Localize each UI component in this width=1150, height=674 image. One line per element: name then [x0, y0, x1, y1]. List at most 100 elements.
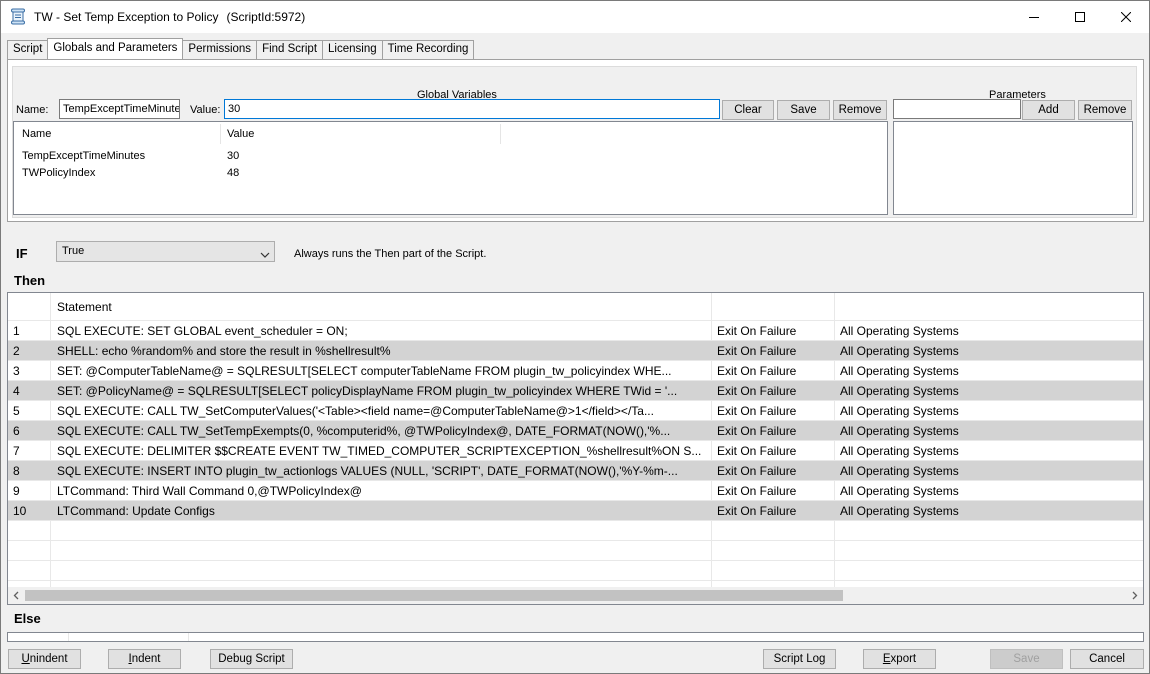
statement-cell: LTCommand: Third Wall Command 0,@TWPolic… [57, 484, 362, 498]
row-number-cell: 7 [13, 444, 20, 458]
tab-globals-and-parameters[interactable]: Globals and Parameters [47, 38, 184, 59]
tab-licensing[interactable]: Licensing [322, 40, 383, 59]
save-global-button[interactable]: Save [777, 100, 830, 120]
condition-selected-value: True [62, 245, 85, 257]
then-statements-grid[interactable]: Statement 1 SQL EXECUTE: SET GLOBAL event… [7, 292, 1144, 605]
empty-table-row [8, 561, 1143, 581]
statement-cell: SQL EXECUTE: DELIMITER $$CREATE EVENT TW… [57, 444, 702, 458]
global-name-input[interactable]: TempExceptTimeMinutes [59, 99, 180, 119]
table-row[interactable]: 9 LTCommand: Third Wall Command 0,@TWPoli… [8, 481, 1143, 501]
operating-system-cell: All Operating Systems [840, 344, 959, 358]
statement-cell: SQL EXECUTE: INSERT INTO plugin_tw_actio… [57, 464, 678, 478]
statement-cell: SQL EXECUTE: SET GLOBAL event_scheduler … [57, 324, 348, 338]
global-name-cell[interactable]: TempExceptTimeMinutes [22, 150, 145, 162]
grid-header-row: Statement [8, 293, 1143, 321]
operating-system-cell: All Operating Systems [840, 504, 959, 518]
column-header-name[interactable]: Name [22, 122, 51, 146]
on-failure-cell: Exit On Failure [717, 464, 797, 478]
minimize-button[interactable] [1011, 1, 1057, 32]
on-failure-cell: Exit On Failure [717, 364, 797, 378]
debug-script-button[interactable]: Debug Script [210, 649, 293, 669]
global-value-input[interactable]: 30 [224, 99, 720, 119]
then-label: Then [14, 273, 46, 288]
else-label: Else [14, 611, 41, 626]
table-row[interactable]: 2 SHELL: echo %random% and store the resu… [8, 341, 1143, 361]
else-statements-grid[interactable] [7, 632, 1144, 642]
table-row[interactable]: 3 SET: @ComputerTableName@ = SQLRESULT[SE… [8, 361, 1143, 381]
column-header-value[interactable]: Value [227, 122, 254, 146]
table-row[interactable]: 8 SQL EXECUTE: INSERT INTO plugin_tw_acti… [8, 461, 1143, 481]
save-button[interactable]: Save [990, 649, 1063, 669]
cancel-button[interactable]: Cancel [1070, 649, 1144, 669]
condition-select[interactable]: True [56, 241, 275, 262]
window-title-text: TW - Set Temp Exception to Policy [34, 10, 219, 24]
close-button[interactable] [1103, 1, 1149, 32]
value-label: Value: [190, 104, 221, 116]
table-row[interactable]: 4 SET: @PolicyName@ = SQLRESULT[SELECT po… [8, 381, 1143, 401]
global-name-cell[interactable]: TWPolicyIndex [22, 167, 95, 179]
unindent-button[interactable]: Unindent [8, 649, 81, 669]
operating-system-cell: All Operating Systems [840, 324, 959, 338]
export-button[interactable]: Export [863, 649, 936, 669]
indent-label: ndent [131, 653, 161, 665]
table-row[interactable]: 5 SQL EXECUTE: CALL TW_SetComputerValues(… [8, 401, 1143, 421]
scrollbar-thumb[interactable] [25, 590, 843, 601]
row-number-cell: 8 [13, 464, 20, 478]
table-row[interactable]: 7 SQL EXECUTE: DELIMITER $$CREATE EVENT T… [8, 441, 1143, 461]
on-failure-cell: Exit On Failure [717, 504, 797, 518]
export-mnemonic: E [882, 653, 891, 665]
row-number-cell: 2 [13, 344, 20, 358]
global-value-cell[interactable]: 30 [227, 150, 239, 162]
scroll-left-icon[interactable] [10, 589, 23, 602]
statement-cell: SQL EXECUTE: CALL TW_SetTempExempts(0, %… [57, 424, 671, 438]
column-separator [220, 124, 221, 144]
operating-system-cell: All Operating Systems [840, 404, 959, 418]
parameters-list[interactable] [893, 121, 1133, 215]
indent-button[interactable]: Indent [108, 649, 181, 669]
row-number-cell: 1 [13, 324, 20, 338]
remove-parameter-button[interactable]: Remove [1078, 100, 1132, 120]
title-bar[interactable]: TW - Set Temp Exception to Policy (Script… [1, 1, 1149, 33]
operating-system-cell: All Operating Systems [840, 424, 959, 438]
tab-script[interactable]: Script [7, 40, 49, 59]
tab-permissions[interactable]: Permissions [182, 40, 258, 59]
global-variables-list[interactable]: Name Value TempExceptTimeMinutes 30 TWPo… [13, 121, 888, 215]
maximize-button[interactable] [1057, 1, 1103, 32]
statement-cell: SET: @ComputerTableName@ = SQLRESULT[SEL… [57, 364, 672, 378]
clear-button[interactable]: Clear [722, 100, 774, 120]
tab-strip: Script Globals and Parameters Permission… [7, 38, 475, 59]
global-value-cell[interactable]: 48 [227, 167, 239, 179]
scroll-right-icon[interactable] [1128, 589, 1141, 602]
grid-column-line [68, 633, 69, 641]
export-label: xport [890, 653, 917, 665]
chevron-down-icon [260, 247, 270, 266]
operating-system-cell: All Operating Systems [840, 384, 959, 398]
script-scroll-icon [10, 8, 26, 25]
table-row[interactable]: 6 SQL EXECUTE: CALL TW_SetTempExempts(0, … [8, 421, 1143, 441]
statement-column-header[interactable]: Statement [57, 293, 112, 321]
remove-global-button[interactable]: Remove [833, 100, 887, 120]
add-parameter-button[interactable]: Add [1022, 100, 1075, 120]
script-editor-window: TW - Set Temp Exception to Policy (Script… [0, 0, 1150, 674]
script-id: (ScriptId:5972) [226, 10, 306, 24]
condition-description: Always runs the Then part of the Script. [294, 248, 487, 260]
row-number-cell: 5 [13, 404, 20, 418]
tab-time-recording[interactable]: Time Recording [381, 40, 475, 59]
table-row[interactable]: 10 LTCommand: Update Configs Exit On Failu… [8, 501, 1143, 521]
on-failure-cell: Exit On Failure [717, 404, 797, 418]
row-number-cell: 10 [13, 504, 27, 518]
unindent-mnemonic: U [21, 653, 30, 665]
on-failure-cell: Exit On Failure [717, 344, 797, 358]
minimize-icon [1029, 12, 1039, 22]
row-number-cell: 3 [13, 364, 20, 378]
tab-find-script[interactable]: Find Script [256, 40, 324, 59]
on-failure-cell: Exit On Failure [717, 444, 797, 458]
on-failure-cell: Exit On Failure [717, 384, 797, 398]
table-row[interactable]: 1 SQL EXECUTE: SET GLOBAL event_scheduler… [8, 321, 1143, 341]
parameter-input[interactable] [893, 99, 1021, 119]
column-separator [500, 124, 501, 144]
row-number-cell: 6 [13, 424, 20, 438]
script-log-button[interactable]: Script Log [763, 649, 836, 669]
on-failure-cell: Exit On Failure [717, 424, 797, 438]
horizontal-scrollbar[interactable] [8, 587, 1143, 604]
